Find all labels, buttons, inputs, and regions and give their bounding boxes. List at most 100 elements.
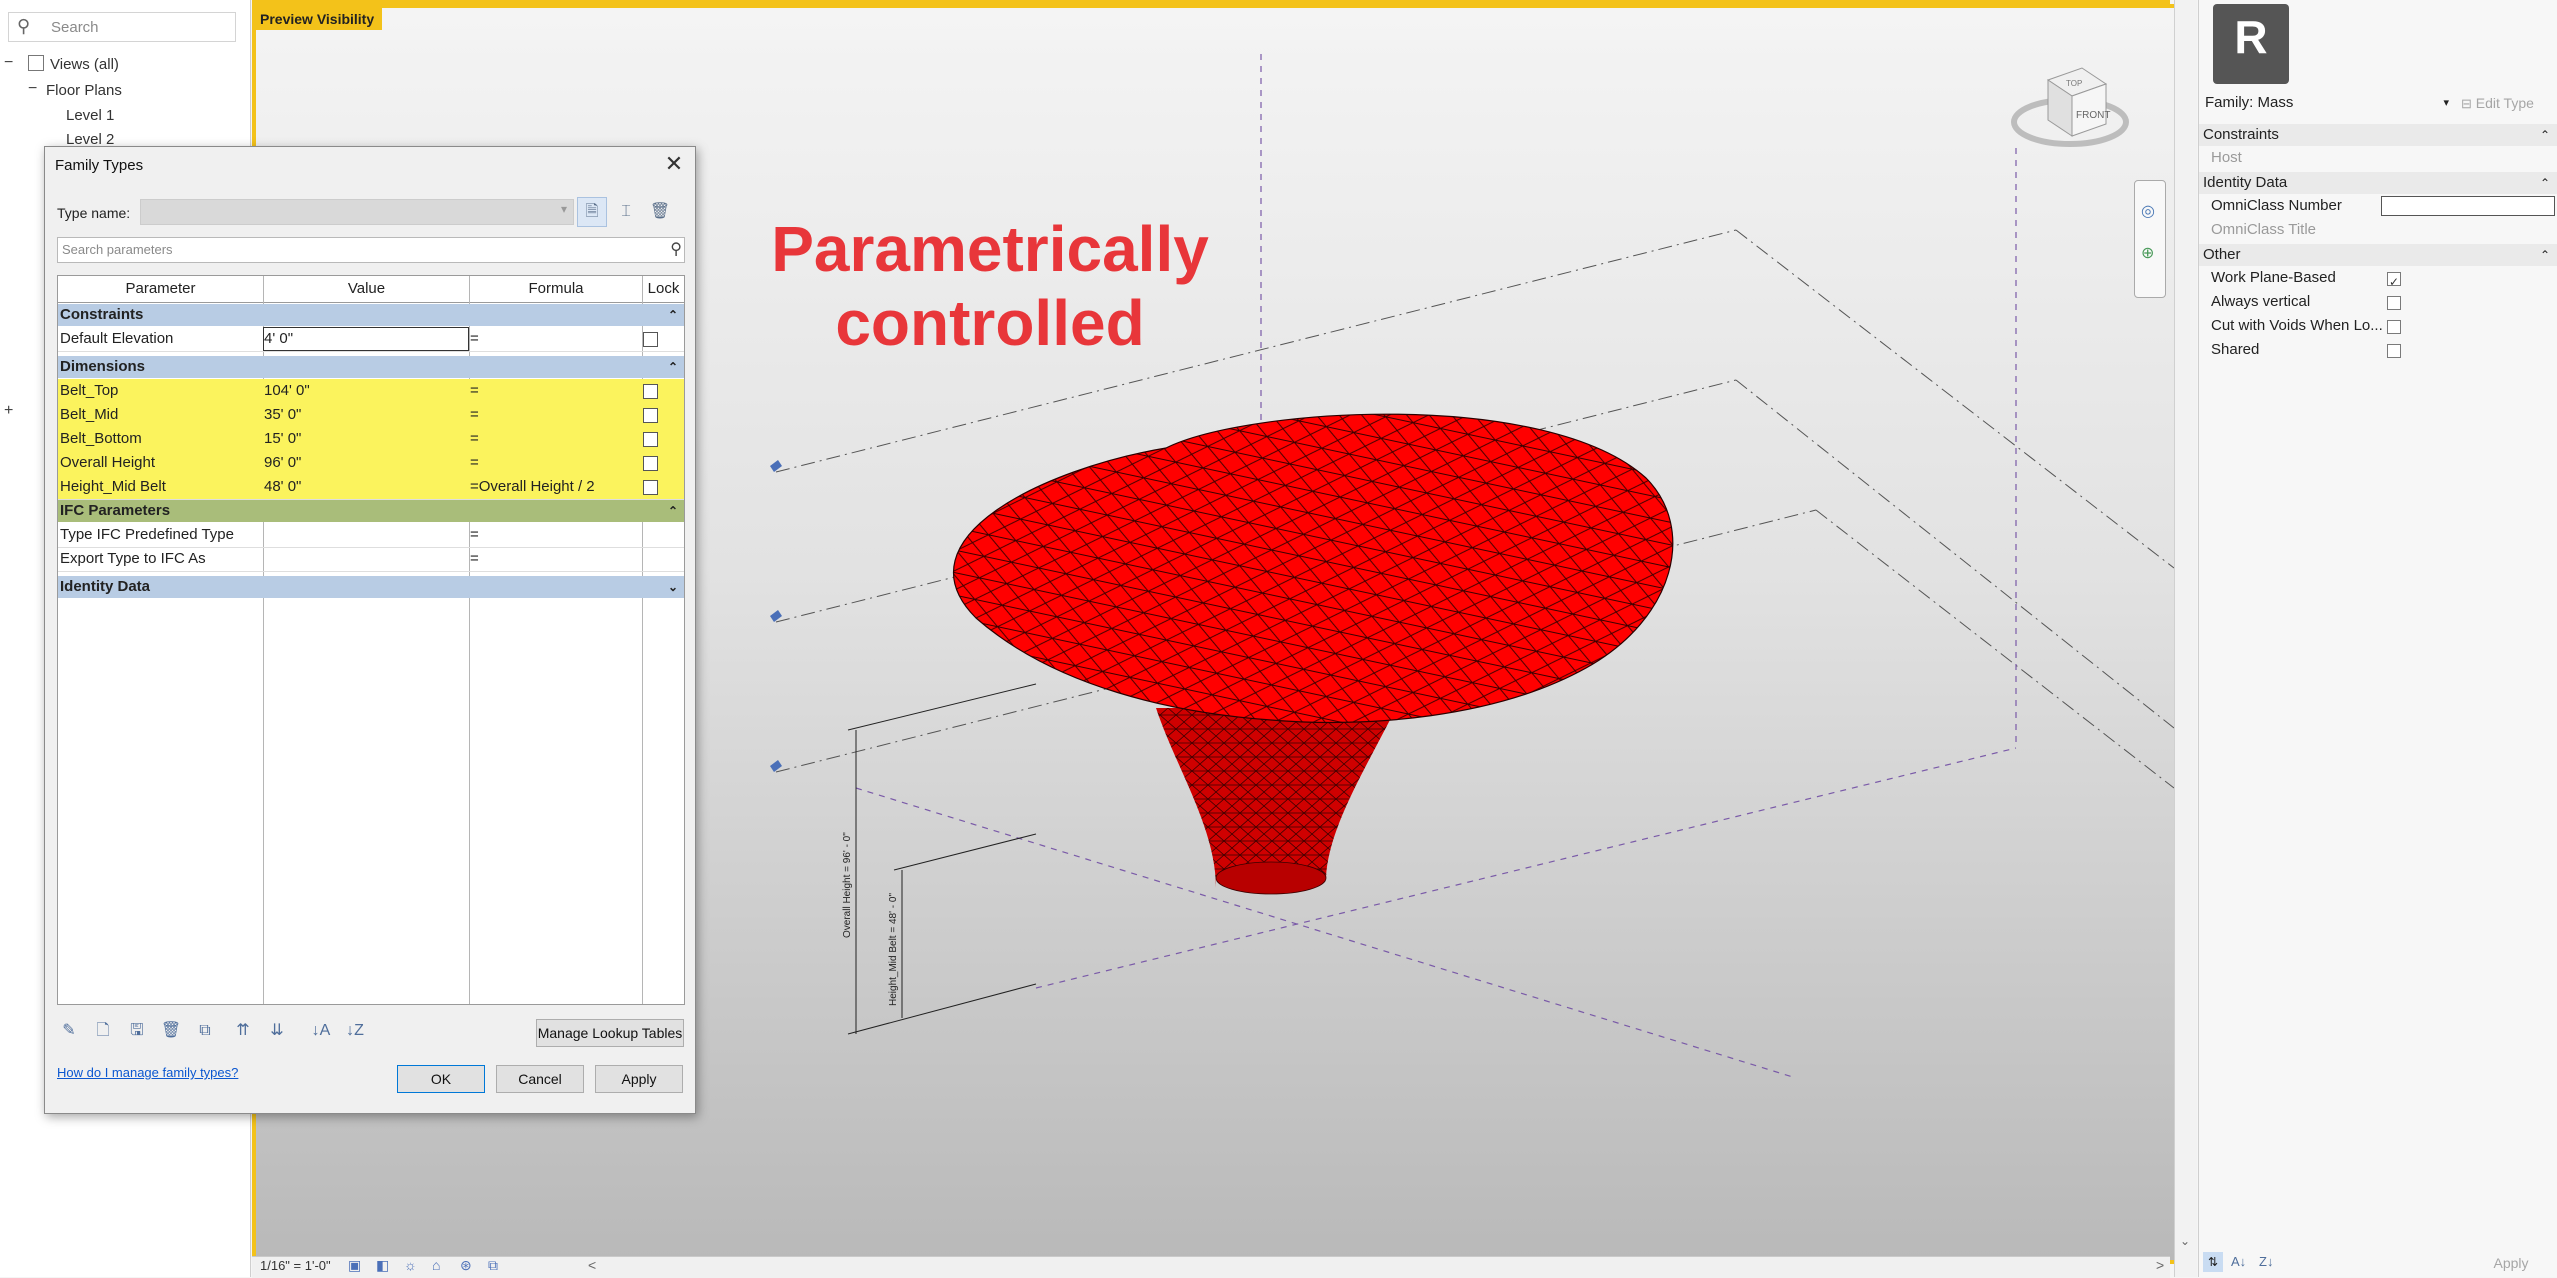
help-link[interactable]: How do I manage family types? <box>57 1065 238 1080</box>
search-parameters-input[interactable]: Search parameters ⚲ <box>57 237 685 263</box>
scroll-left-icon[interactable]: < <box>588 1257 596 1273</box>
param-row[interactable]: Type IFC Predefined Type = <box>58 523 684 548</box>
props-group-constraints[interactable]: Constraints ⌃ <box>2199 124 2557 146</box>
steering-wheel-icon[interactable]: ◎ <box>2141 201 2155 221</box>
move-down-icon[interactable]: ⇊ <box>263 1017 291 1045</box>
lock-checkbox[interactable] <box>643 456 658 471</box>
edit-parameter-icon[interactable]: ✎ <box>55 1017 83 1045</box>
param-value[interactable]: 48' 0" <box>264 475 301 499</box>
delete-type-icon[interactable]: 🗑 <box>645 197 675 227</box>
save-parameter-icon[interactable]: 🖫 <box>123 1017 151 1045</box>
param-row[interactable]: Belt_Top 104' 0" = <box>58 379 684 404</box>
param-value[interactable]: 15' 0" <box>264 427 301 451</box>
group-ifc-parameters[interactable]: IFC Parameters ⌃ <box>58 500 684 522</box>
omniclass-number-input[interactable] <box>2381 196 2555 216</box>
browser-search-input[interactable]: ⚲ Search <box>8 12 236 42</box>
param-formula[interactable]: = <box>470 451 479 475</box>
view-scale[interactable]: 1/16" = 1'-0" <box>260 1258 331 1273</box>
col-header-value[interactable]: Value <box>264 276 469 303</box>
sort-desc-icon[interactable]: Z↓ <box>2259 1254 2273 1269</box>
param-formula[interactable]: = <box>470 523 479 547</box>
move-up-icon[interactable]: ⇈ <box>229 1017 257 1045</box>
param-row[interactable]: Overall Height 96' 0" = <box>58 451 684 476</box>
ok-button[interactable]: OK <box>397 1065 485 1093</box>
zoom-icon[interactable]: ⊕ <box>2141 243 2154 263</box>
lock-checkbox[interactable] <box>643 408 658 423</box>
sort-asc-icon[interactable]: A↓ <box>2231 1254 2246 1269</box>
param-formula[interactable]: = <box>470 427 479 451</box>
new-parameter-icon[interactable]: 🗋 <box>89 1017 117 1045</box>
props-group-identity[interactable]: Identity Data ⌃ <box>2199 172 2557 194</box>
new-type-icon[interactable]: 🗎 <box>577 197 607 227</box>
tree-toggle-floor-plans[interactable]: − <box>28 80 37 98</box>
col-header-parameter[interactable]: Parameter <box>58 276 263 303</box>
parametric-mass[interactable] <box>952 413 1674 895</box>
tree-item-views-all[interactable]: Views (all) <box>50 56 119 73</box>
always-vertical-checkbox[interactable] <box>2387 296 2401 310</box>
manage-lookup-tables-button[interactable]: Manage Lookup Tables <box>536 1019 684 1047</box>
param-row[interactable]: Height_Mid Belt 48' 0" =Overall Height /… <box>58 475 684 500</box>
param-formula[interactable]: = <box>470 547 479 571</box>
plane-markers[interactable] <box>770 460 782 772</box>
group-dimensions[interactable]: Dimensions ⌃ <box>58 356 684 378</box>
col-header-lock[interactable]: Lock <box>643 276 684 303</box>
param-formula[interactable]: =Overall Height / 2 <box>470 475 595 499</box>
close-icon[interactable]: ✕ <box>661 151 687 177</box>
family-type-selector[interactable]: Family: Mass ▾ <box>2201 92 2453 114</box>
home-icon[interactable]: ⌂ <box>432 1257 440 1273</box>
overlay-title: Parametrically controlled <box>740 212 1240 360</box>
scroll-right-icon[interactable]: > <box>2156 1257 2164 1273</box>
param-formula[interactable]: = <box>470 379 479 403</box>
param-value[interactable]: 104' 0" <box>264 379 310 403</box>
overlay-title-line1: Parametrically <box>771 213 1209 285</box>
group-constraints[interactable]: Constraints ⌃ <box>58 304 684 326</box>
detail-level-icon[interactable]: ▣ <box>348 1257 361 1274</box>
copy-parameter-icon[interactable]: ⧉ <box>191 1017 219 1045</box>
tree-toggle-views[interactable]: − <box>4 54 13 72</box>
param-value-input[interactable] <box>263 327 469 351</box>
lock-checkbox[interactable] <box>643 480 658 495</box>
scroll-down-icon[interactable]: ⌄ <box>2180 1234 2190 1248</box>
work-plane-based-checkbox[interactable] <box>2387 270 2401 294</box>
shared-checkbox[interactable] <box>2387 344 2401 358</box>
param-row[interactable]: Belt_Bottom 15' 0" = <box>58 427 684 452</box>
lock-checkbox[interactable] <box>643 384 658 399</box>
lock-checkbox[interactable] <box>643 432 658 447</box>
sun-path-icon[interactable]: ☼ <box>404 1257 417 1273</box>
param-value[interactable]: 35' 0" <box>264 403 301 427</box>
apply-button[interactable]: Apply <box>595 1065 683 1093</box>
viewport-vertical-scrollbar[interactable]: ⌄ <box>2174 0 2197 1277</box>
sort-descending-icon[interactable]: ↓Z <box>341 1017 369 1045</box>
props-categorized-icon[interactable]: ⇅ <box>2203 1252 2223 1272</box>
param-row[interactable]: Export Type to IFC As = <box>58 547 684 572</box>
tree-item-level-1[interactable]: Level 1 <box>66 107 114 124</box>
param-row[interactable]: Default Elevation 4' 0" = <box>58 327 684 352</box>
rename-type-icon[interactable]: ⌶ <box>611 197 641 227</box>
view-cube-top-label: TOP <box>2066 79 2082 88</box>
col-header-formula[interactable]: Formula <box>470 276 642 303</box>
cancel-button[interactable]: Cancel <box>496 1065 584 1093</box>
delete-parameter-icon[interactable]: 🗑 <box>157 1017 185 1045</box>
tree-toggle-collapsed[interactable]: + <box>4 402 13 420</box>
cut-with-voids-checkbox[interactable] <box>2387 320 2401 334</box>
tree-item-floor-plans[interactable]: Floor Plans <box>46 82 122 99</box>
crop-icon[interactable]: ⧉ <box>488 1257 498 1274</box>
lock-checkbox[interactable] <box>643 332 658 347</box>
search-icon: ⚲ <box>670 241 682 258</box>
param-value[interactable]: 96' 0" <box>264 451 301 475</box>
props-group-other[interactable]: Other ⌃ <box>2199 244 2557 266</box>
view-cube[interactable]: TOP FRONT <box>2010 50 2130 160</box>
sort-ascending-icon[interactable]: ↓A <box>307 1017 335 1045</box>
edit-type-button[interactable]: ⊟ Edit Type <box>2461 92 2553 114</box>
reveal-hidden-icon[interactable]: ⊛ <box>460 1257 472 1274</box>
family-type-value: Family: Mass <box>2205 94 2294 111</box>
views-icon <box>28 55 44 71</box>
param-row[interactable]: Belt_Mid 35' 0" = <box>58 403 684 428</box>
visual-style-icon[interactable]: ◧ <box>376 1257 389 1274</box>
param-formula[interactable]: = <box>470 403 479 427</box>
param-formula[interactable]: = <box>470 327 479 351</box>
navigation-bar[interactable]: ◎ ⊕ <box>2134 180 2166 298</box>
type-name-dropdown[interactable]: ▾ <box>140 199 574 225</box>
group-identity-data[interactable]: Identity Data ⌄ <box>58 576 684 598</box>
properties-apply-button[interactable]: Apply <box>2471 1252 2551 1274</box>
